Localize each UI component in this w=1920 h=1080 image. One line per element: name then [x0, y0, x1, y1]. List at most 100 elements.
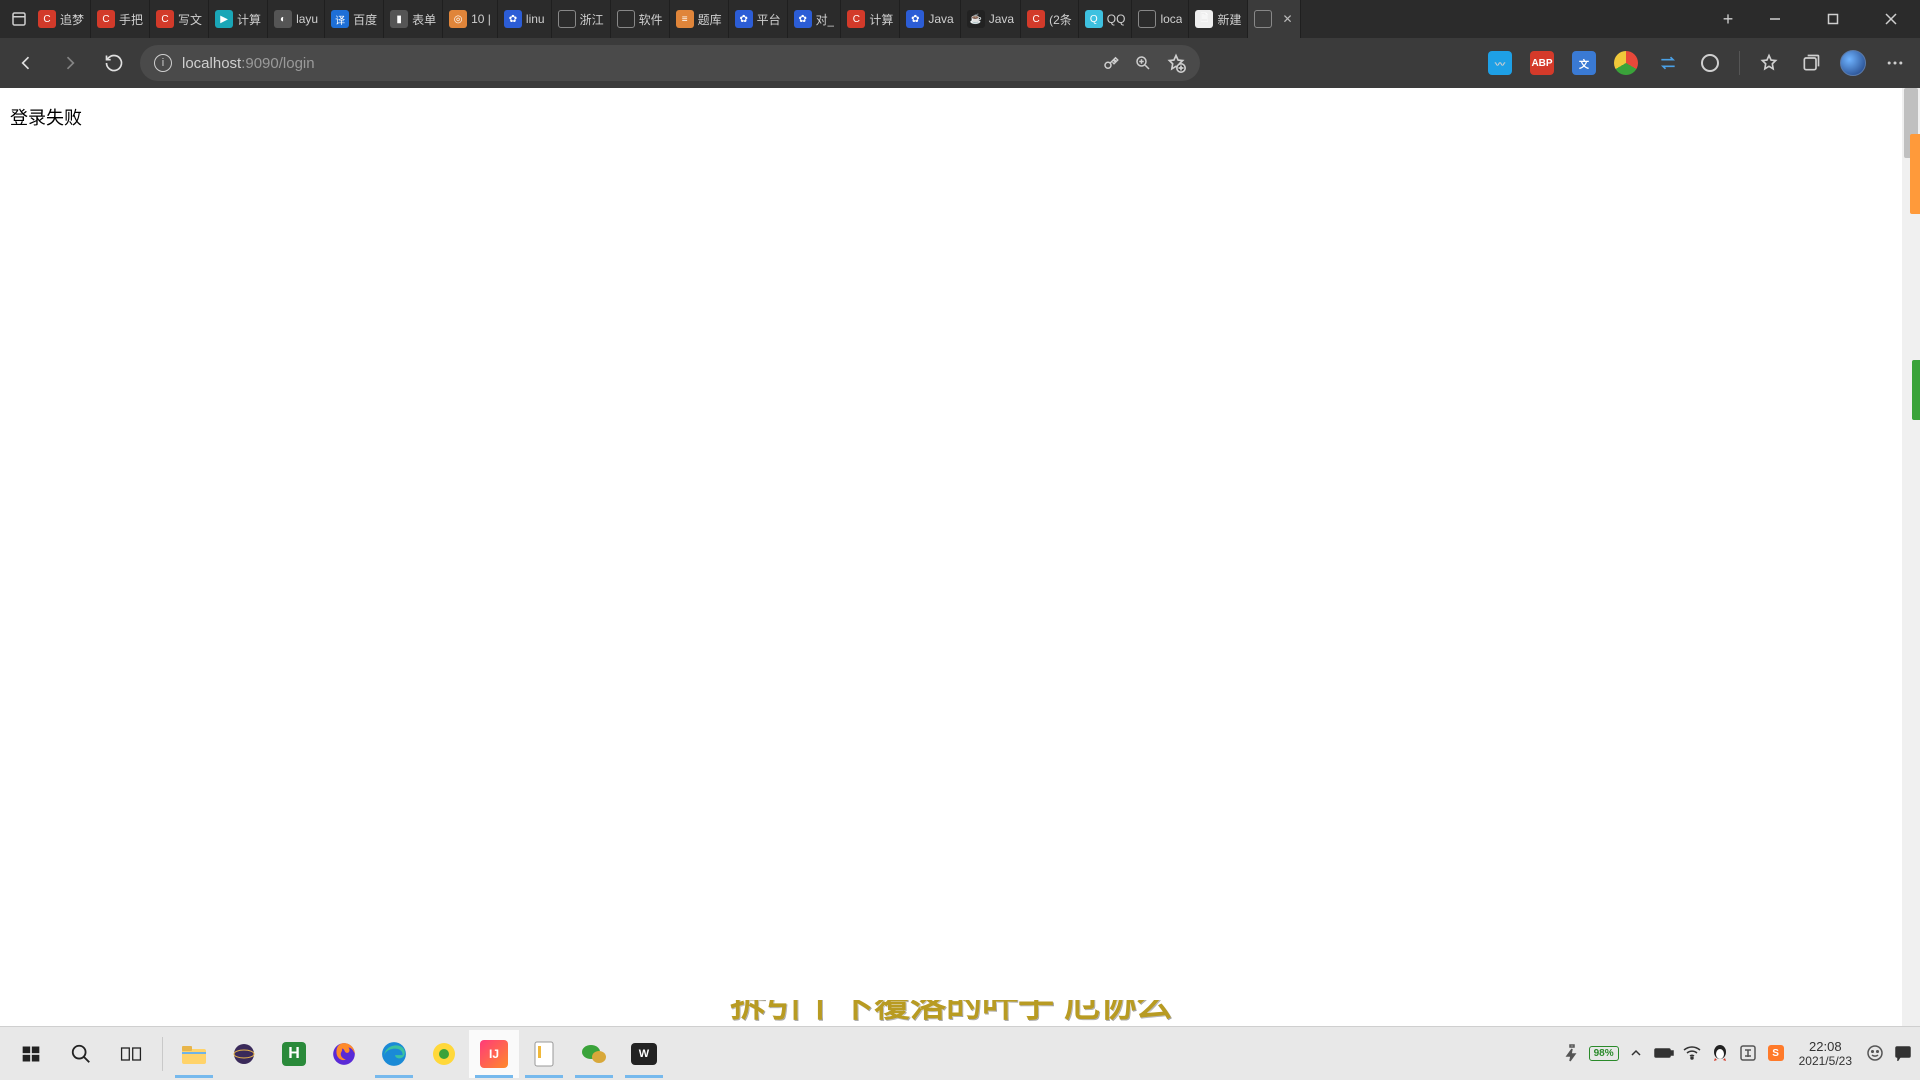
taskbar-app-intellij[interactable]: IJ — [469, 1030, 519, 1078]
browser-tab[interactable]: 浙江 — [552, 0, 611, 38]
side-marker-orange[interactable] — [1910, 134, 1920, 214]
taskbar-app-edge[interactable] — [369, 1030, 419, 1078]
browser-tab[interactable]: ▮表单 — [384, 0, 443, 38]
vertical-scrollbar[interactable] — [1902, 88, 1920, 1026]
tab-favicon — [558, 10, 576, 28]
browser-tab[interactable]: ◎10 | — [443, 0, 498, 38]
taskbar-app-notepad[interactable] — [519, 1030, 569, 1078]
back-button[interactable] — [8, 45, 44, 81]
tab-favicon — [617, 10, 635, 28]
extension-sync-icon[interactable] — [1651, 46, 1685, 80]
forward-button[interactable] — [52, 45, 88, 81]
minimize-button[interactable] — [1746, 0, 1804, 38]
tab-favicon: 译 — [331, 10, 349, 28]
tab-favicon: 🗎 — [1195, 10, 1213, 28]
favorites-icon[interactable] — [1752, 46, 1786, 80]
browser-tab[interactable]: loca — [1132, 0, 1189, 38]
close-window-button[interactable] — [1862, 0, 1920, 38]
profile-avatar[interactable] — [1836, 46, 1870, 80]
extension-swirl-icon[interactable]: 〰 — [1483, 46, 1517, 80]
taskbar-app-firefox[interactable] — [319, 1030, 369, 1078]
login-failed-message: 登录失败 — [0, 88, 1902, 146]
tab-label: linu — [526, 12, 545, 26]
browser-tab[interactable]: C追梦 — [32, 0, 91, 38]
browser-tab[interactable]: C写文 — [150, 0, 209, 38]
browser-tab[interactable]: ✿平台 — [729, 0, 788, 38]
tab-label: 百度 — [353, 11, 377, 28]
tab-favicon — [1138, 10, 1156, 28]
browser-tab[interactable]: 软件 — [611, 0, 670, 38]
tab-favicon: Q — [1085, 10, 1103, 28]
browser-tab[interactable]: ✿对_ — [788, 0, 842, 38]
search-button[interactable] — [56, 1030, 106, 1078]
tray-notifications-icon[interactable] — [1892, 1042, 1914, 1064]
window-controls — [1746, 0, 1920, 38]
tray-ime-icon[interactable] — [1737, 1042, 1759, 1064]
browser-tab[interactable]: QQQ — [1079, 0, 1133, 38]
tab-favicon: C — [156, 10, 174, 28]
browser-tab[interactable]: 译百度 — [325, 0, 384, 38]
taskbar-app-explorer[interactable] — [169, 1030, 219, 1078]
new-tab-button[interactable]: + — [1710, 0, 1746, 38]
close-tab-icon[interactable]: ✕ — [1280, 12, 1294, 26]
tab-favicon: ✿ — [906, 10, 924, 28]
zoom-icon[interactable] — [1134, 54, 1152, 72]
tab-label: 对_ — [816, 11, 835, 28]
tray-face-icon[interactable] — [1864, 1042, 1886, 1064]
refresh-button[interactable] — [96, 45, 132, 81]
tab-actions-button[interactable] — [6, 0, 32, 38]
tray-sogou-icon[interactable]: S — [1765, 1042, 1787, 1064]
tab-favicon: ◐ — [274, 10, 292, 28]
browser-tab[interactable]: ✕ — [1248, 0, 1301, 38]
start-button[interactable] — [6, 1030, 56, 1078]
browser-tab[interactable]: ◐layu — [268, 0, 325, 38]
tab-label: Java — [928, 12, 953, 26]
browser-tab[interactable]: C手把 — [91, 0, 150, 38]
extension-chrome-icon[interactable] — [1609, 46, 1643, 80]
toolbar-divider — [1739, 51, 1740, 75]
tab-label: 平台 — [757, 11, 781, 28]
tab-favicon — [1254, 10, 1272, 28]
tray-battery-icon[interactable] — [1653, 1042, 1675, 1064]
tray-power-icon[interactable] — [1561, 1042, 1583, 1064]
taskbar-app-wechat[interactable] — [569, 1030, 619, 1078]
tab-favicon: ✿ — [794, 10, 812, 28]
browser-tab[interactable]: 🗎新建 — [1189, 0, 1248, 38]
taskbar-app-hbuilder[interactable]: H — [269, 1030, 319, 1078]
tab-favicon: ≡ — [676, 10, 694, 28]
password-key-icon[interactable] — [1102, 54, 1120, 72]
tray-qq-icon[interactable] — [1709, 1042, 1731, 1064]
browser-tab[interactable]: C计算 — [841, 0, 900, 38]
browser-tab[interactable]: ✿ Java — [900, 0, 960, 38]
tab-favicon: C — [847, 10, 865, 28]
watermark-text: 拆引丨卞覆落的叶子 厄协么 — [730, 1000, 1172, 1026]
browser-tab[interactable]: ≡题库 — [670, 0, 729, 38]
side-marker-green[interactable] — [1912, 360, 1920, 420]
extension-abp-icon[interactable]: ABP — [1525, 46, 1559, 80]
maximize-button[interactable] — [1804, 0, 1862, 38]
taskbar-app-wps[interactable]: W — [619, 1030, 669, 1078]
tray-chevron-up-icon[interactable] — [1625, 1042, 1647, 1064]
extension-circle-icon[interactable] — [1693, 46, 1727, 80]
taskbar-app-eclipse[interactable] — [219, 1030, 269, 1078]
battery-percentage[interactable]: 98% — [1589, 1046, 1619, 1061]
settings-more-icon[interactable] — [1878, 46, 1912, 80]
address-bar[interactable]: i localhost:9090/login — [140, 45, 1200, 81]
tab-label: (2条 — [1049, 11, 1072, 28]
taskview-button[interactable] — [106, 1030, 156, 1078]
browser-tab[interactable]: ☕Java — [961, 0, 1021, 38]
extension-translate-icon[interactable]: 文 — [1567, 46, 1601, 80]
browser-tab[interactable]: ▶计算 — [209, 0, 268, 38]
site-info-icon[interactable]: i — [154, 54, 172, 72]
collections-icon[interactable] — [1794, 46, 1828, 80]
browser-tab[interactable]: C(2条 — [1021, 0, 1079, 38]
browser-tab[interactable]: ✿linu — [498, 0, 552, 38]
tab-label: 浙江 — [580, 11, 604, 28]
tray-wifi-icon[interactable] — [1681, 1042, 1703, 1064]
taskbar-app-music[interactable] — [419, 1030, 469, 1078]
add-favorite-icon[interactable] — [1166, 53, 1186, 73]
tab-label: 10 | — [471, 12, 491, 26]
tray-clock[interactable]: 22:08 2021/5/23 — [1793, 1039, 1858, 1069]
tab-label: QQ — [1107, 12, 1126, 26]
tab-label: 计算 — [237, 11, 261, 28]
